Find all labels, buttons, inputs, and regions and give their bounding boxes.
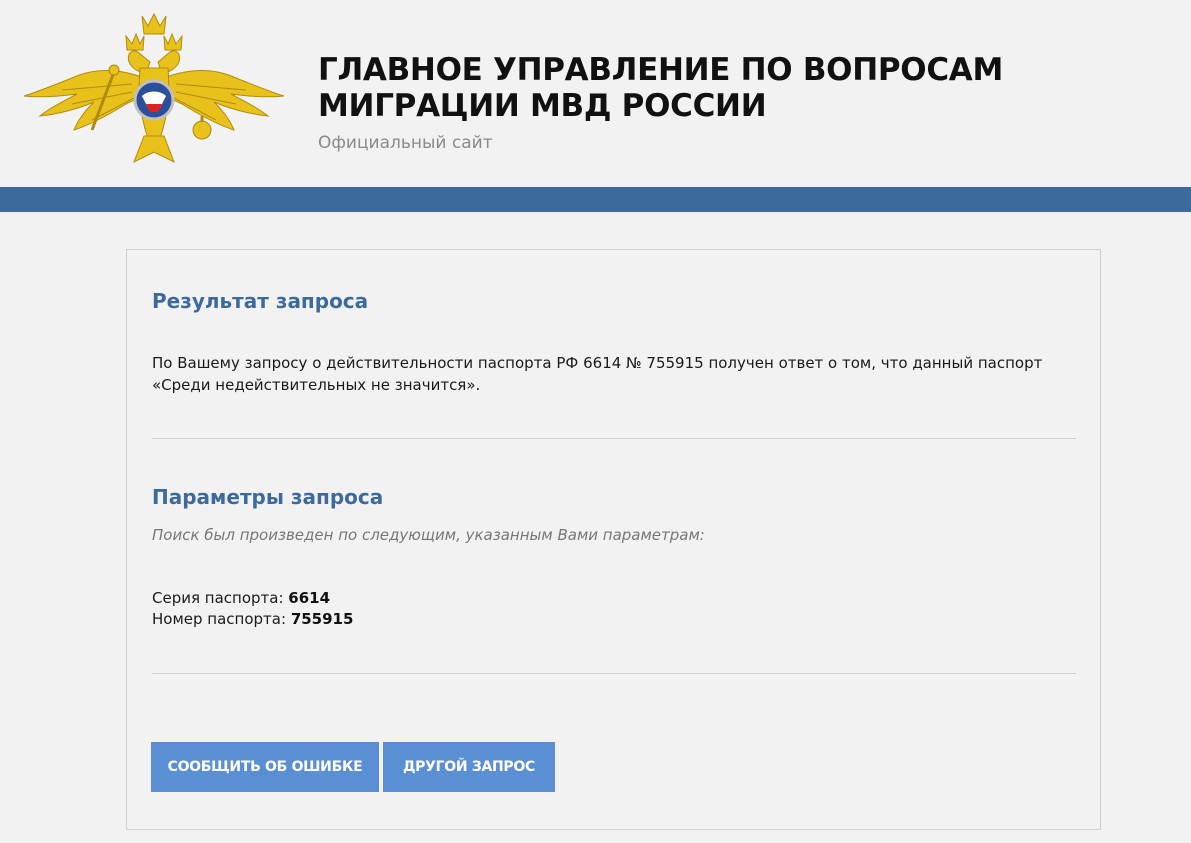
param-number-value: 755915 (290, 610, 354, 628)
result-text: По Вашему запросу о действительности пас… (152, 354, 1043, 394)
params-note: Поиск был произведен по следующим, указа… (152, 526, 705, 544)
param-number: Номер паспорта: 755915 (152, 610, 353, 628)
report-error-button[interactable]: СООБЩИТЬ ОБ ОШИБКЕ (151, 742, 379, 792)
site-subtitle: Официальный сайт (318, 133, 493, 153)
param-series-value: 6614 (288, 589, 331, 607)
site-header: ГЛАВНОЕ УПРАВЛЕНИЕ ПО ВОПРОСАМ МИГРАЦИИ … (0, 0, 1191, 187)
params-heading: Параметры запроса (152, 485, 384, 509)
divider (152, 673, 1076, 674)
another-request-button[interactable]: ДРУГОЙ ЗАПРОС (383, 742, 555, 792)
result-panel: Результат запроса По Вашему запросу о де… (126, 249, 1101, 830)
header-blue-bar (0, 187, 1191, 212)
divider (152, 438, 1076, 439)
param-series: Серия паспорта: 6614 (152, 589, 330, 607)
param-number-label: Номер паспорта: (152, 610, 287, 628)
site-title: ГЛАВНОЕ УПРАВЛЕНИЕ ПО ВОПРОСАМ МИГРАЦИИ … (318, 52, 1004, 124)
param-series-label: Серия паспорта: (152, 589, 284, 607)
result-heading: Результат запроса (152, 289, 369, 313)
double-headed-eagle-emblem-icon (23, 12, 285, 164)
